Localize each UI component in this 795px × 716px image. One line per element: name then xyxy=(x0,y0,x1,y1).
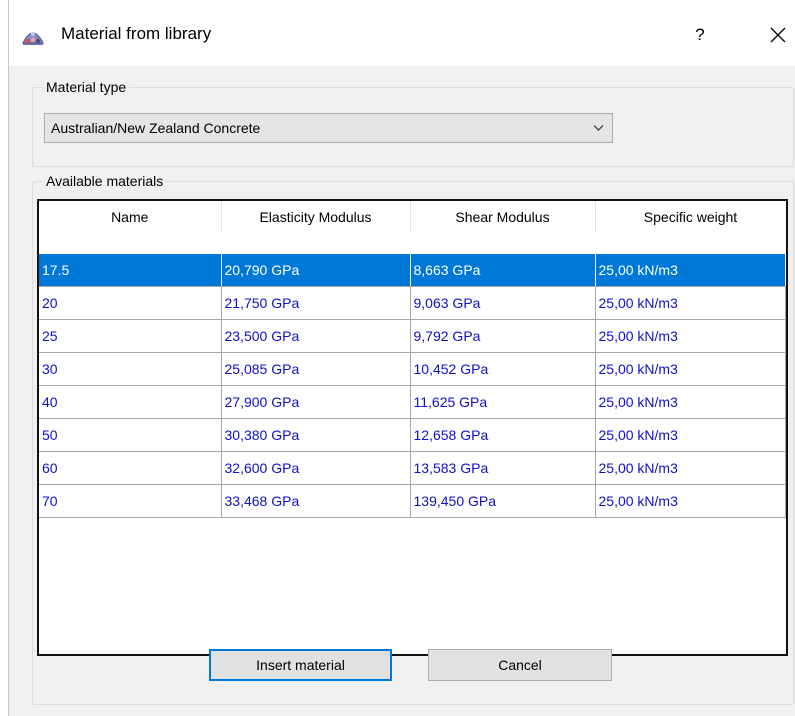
table-header-row: Name Elasticity Modulus Shear Modulus Sp… xyxy=(39,201,786,232)
cancel-button[interactable]: Cancel xyxy=(428,649,612,681)
cell-elasticity: 20,790 GPa xyxy=(221,254,411,287)
cell-elasticity: 30,380 GPa xyxy=(221,418,411,452)
insert-material-button[interactable]: Insert material xyxy=(209,649,392,681)
cell-name: 20 xyxy=(39,286,222,320)
cell-name: 50 xyxy=(39,418,222,452)
cell-shear: 13,583 GPa xyxy=(410,451,596,485)
table-row[interactable]: 25 23,500 GPa 9,792 GPa 25,00 kN/m3 xyxy=(39,319,786,353)
cell-shear: 8,663 GPa xyxy=(410,254,596,287)
cell-name: 30 xyxy=(39,352,222,386)
materials-table[interactable]: Name Elasticity Modulus Shear Modulus Sp… xyxy=(37,199,788,656)
cell-shear: 9,792 GPa xyxy=(410,319,596,353)
table-row[interactable]: 20 21,750 GPa 9,063 GPa 25,00 kN/m3 xyxy=(39,286,786,320)
cell-shear: 12,658 GPa xyxy=(410,418,596,452)
window-title: Material from library xyxy=(61,24,212,43)
cell-name: 40 xyxy=(39,385,222,419)
dialog-body: Material type Australian/New Zealand Con… xyxy=(9,66,795,716)
cell-elasticity: 32,600 GPa xyxy=(221,451,411,485)
cell-weight: 25,00 kN/m3 xyxy=(595,451,786,485)
cell-shear: 10,452 GPa xyxy=(410,352,596,386)
title-bar[interactable]: Material from library ? xyxy=(9,0,795,66)
available-materials-group: Available materials Name Elasticity Modu… xyxy=(32,173,794,705)
help-button[interactable]: ? xyxy=(685,20,715,50)
cell-elasticity: 27,900 GPa xyxy=(221,385,411,419)
cell-shear: 11,625 GPa xyxy=(410,385,596,419)
material-type-dropdown[interactable]: Australian/New Zealand Concrete xyxy=(44,113,613,143)
column-header-name[interactable]: Name xyxy=(39,201,222,232)
chevron-down-icon xyxy=(593,125,604,131)
cell-weight: 25,00 kN/m3 xyxy=(595,254,786,287)
table-row[interactable]: 60 32,600 GPa 13,583 GPa 25,00 kN/m3 xyxy=(39,451,786,485)
table-row[interactable]: 30 25,085 GPa 10,452 GPa 25,00 kN/m3 xyxy=(39,352,786,386)
table-row[interactable]: 50 30,380 GPa 12,658 GPa 25,00 kN/m3 xyxy=(39,418,786,452)
cell-shear: 9,063 GPa xyxy=(410,286,596,320)
cell-weight: 25,00 kN/m3 xyxy=(595,319,786,353)
available-materials-label: Available materials xyxy=(43,173,167,189)
column-header-weight[interactable]: Specific weight xyxy=(595,201,786,232)
cell-name: 17.5 xyxy=(39,254,222,287)
table-row[interactable]: 40 27,900 GPa 11,625 GPa 25,00 kN/m3 xyxy=(39,385,786,419)
cell-elasticity: 33,468 GPa xyxy=(221,484,411,518)
header-spacer xyxy=(39,232,786,254)
table-row[interactable]: 17.5 20,790 GPa 8,663 GPa 25,00 kN/m3 xyxy=(39,254,786,287)
cell-weight: 25,00 kN/m3 xyxy=(595,352,786,386)
material-library-app-icon xyxy=(21,25,45,47)
cell-elasticity: 25,085 GPa xyxy=(221,352,411,386)
material-type-group: Material type Australian/New Zealand Con… xyxy=(32,79,794,167)
table-row[interactable]: 70 33,468 GPa 139,450 GPa 25,00 kN/m3 xyxy=(39,484,786,518)
cell-elasticity: 21,750 GPa xyxy=(221,286,411,320)
cell-shear: 139,450 GPa xyxy=(410,484,596,518)
cell-weight: 25,00 kN/m3 xyxy=(595,385,786,419)
close-button[interactable] xyxy=(761,20,795,50)
close-icon xyxy=(770,27,786,43)
cell-name: 25 xyxy=(39,319,222,353)
material-type-label: Material type xyxy=(43,79,130,95)
material-type-selected: Australian/New Zealand Concrete xyxy=(51,120,261,136)
column-header-shear[interactable]: Shear Modulus xyxy=(410,201,596,232)
column-header-elasticity[interactable]: Elasticity Modulus xyxy=(221,201,411,232)
cell-weight: 25,00 kN/m3 xyxy=(595,484,786,518)
cell-name: 60 xyxy=(39,451,222,485)
cell-elasticity: 23,500 GPa xyxy=(221,319,411,353)
cell-weight: 25,00 kN/m3 xyxy=(595,286,786,320)
cell-name: 70 xyxy=(39,484,222,518)
cell-weight: 25,00 kN/m3 xyxy=(595,418,786,452)
